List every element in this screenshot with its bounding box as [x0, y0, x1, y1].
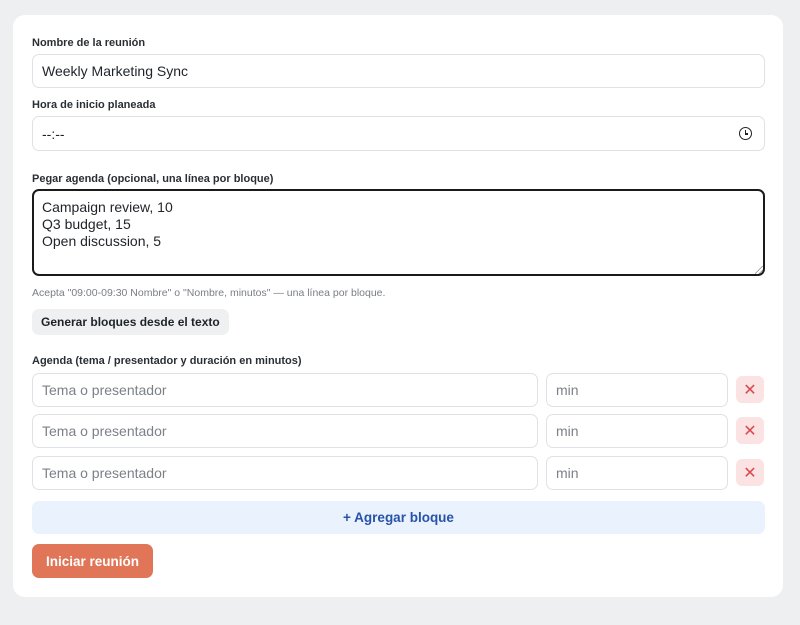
start-time-input[interactable]: --:-- [32, 116, 765, 151]
agenda-row: ✕ [32, 373, 765, 407]
start-time-label: Hora de inicio planeada [32, 99, 156, 111]
delete-row-button[interactable]: ✕ [736, 459, 764, 486]
generate-blocks-button[interactable]: Generar bloques desde el texto [32, 309, 229, 335]
topic-input[interactable] [32, 373, 538, 407]
agenda-row: ✕ [32, 456, 765, 490]
agenda-label: Agenda (tema / presentador y duración en… [32, 355, 302, 367]
minutes-input[interactable] [546, 414, 728, 448]
minutes-input[interactable] [546, 456, 728, 490]
agenda-paste-textarea[interactable]: Campaign review, 10 Q3 budget, 15 Open d… [32, 189, 765, 276]
agenda-format-hint: Acepta "09:00-09:30 Nombre" o "Nombre, m… [32, 287, 386, 299]
add-block-button[interactable]: + Agregar bloque [32, 501, 765, 534]
minutes-input[interactable] [546, 373, 728, 407]
agenda-paste-label: Pegar agenda (opcional, una línea por bl… [32, 173, 274, 185]
start-time-value: --:-- [42, 125, 65, 142]
delete-row-button[interactable]: ✕ [736, 417, 764, 444]
meeting-name-label: Nombre de la reunión [32, 37, 146, 49]
meeting-name-input[interactable] [32, 54, 765, 88]
meeting-form-card: Nombre de la reunión Hora de inicio plan… [13, 15, 783, 597]
delete-row-button[interactable]: ✕ [736, 376, 764, 403]
clock-icon[interactable] [739, 127, 752, 140]
start-meeting-button[interactable]: Iniciar reunión [32, 544, 153, 578]
agenda-row: ✕ [32, 414, 765, 448]
topic-input[interactable] [32, 414, 538, 448]
topic-input[interactable] [32, 456, 538, 490]
